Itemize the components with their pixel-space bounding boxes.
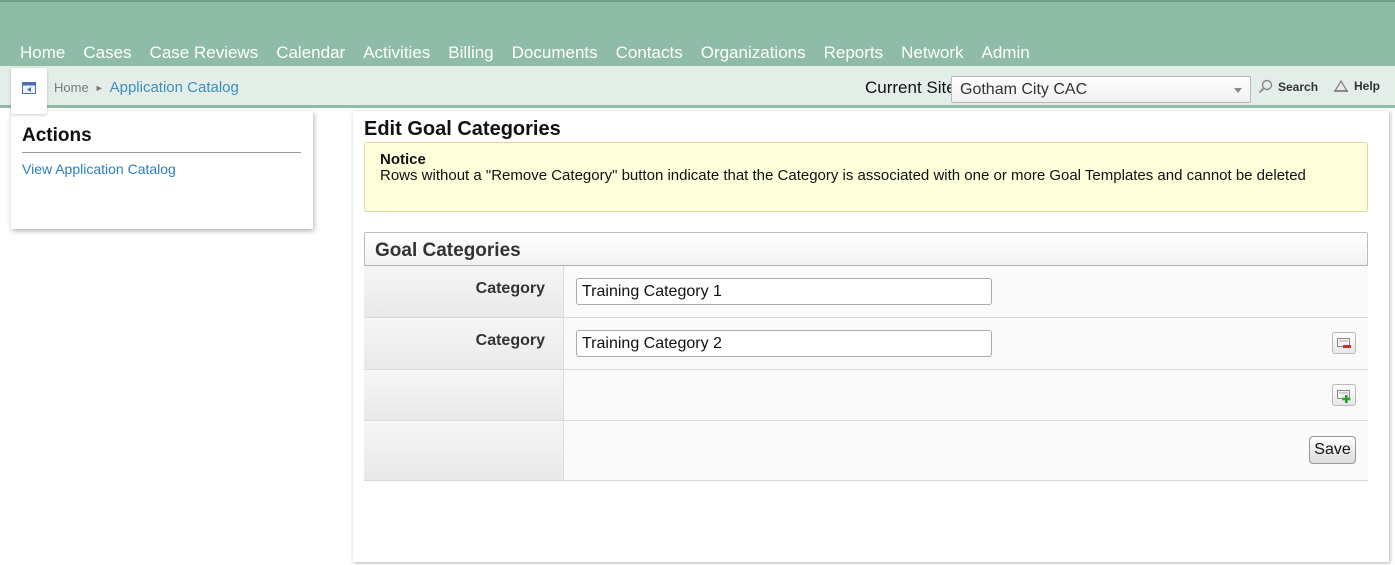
current-site-select[interactable]: Gotham City CAC [951, 76, 1251, 103]
view-application-catalog-link[interactable]: View Application Catalog [22, 161, 176, 177]
save-button[interactable]: Save [1309, 436, 1356, 464]
category-row: Category [364, 266, 1368, 318]
category-row: Category [364, 318, 1368, 370]
nav-item-case-reviews[interactable]: Case Reviews [141, 42, 268, 64]
add-category-row [364, 370, 1368, 421]
notice-title: Notice [380, 151, 426, 168]
nav-item-calendar[interactable]: Calendar [267, 42, 354, 64]
breadcrumb-separator-icon: ► [94, 82, 104, 93]
add-category-button[interactable] [1332, 384, 1356, 406]
breadcrumb-current[interactable]: Application Catalog [110, 79, 239, 96]
category-input-1[interactable] [576, 278, 992, 305]
main-nav: Home Cases Case Reviews Calendar Activit… [11, 42, 1039, 64]
panel-collapse-icon [22, 82, 36, 94]
nav-item-cases[interactable]: Cases [74, 42, 140, 64]
category-label: Category [475, 332, 545, 349]
actions-panel: Actions View Application Catalog [11, 111, 313, 229]
remove-row-icon [1337, 338, 1351, 348]
chevron-down-icon [1234, 88, 1242, 93]
help-button[interactable]: Help [1333, 79, 1380, 93]
search-button[interactable]: Search [1258, 79, 1318, 94]
breadcrumb: Home ► Application Catalog [54, 79, 239, 96]
page-title: Edit Goal Categories [364, 118, 561, 140]
goal-categories-header: Goal Categories [364, 232, 1368, 266]
remove-category-button[interactable] [1332, 332, 1356, 354]
top-nav-bar: Home Cases Case Reviews Calendar Activit… [0, 0, 1395, 66]
category-label-cell: Category [364, 318, 564, 369]
nav-item-admin[interactable]: Admin [973, 42, 1039, 64]
add-row-icon [1337, 390, 1351, 403]
section-title: Goal Categories [375, 240, 521, 261]
help-icon [1333, 79, 1349, 92]
nav-item-documents[interactable]: Documents [503, 42, 607, 64]
notice-text: Rows without a "Remove Category" button … [380, 167, 1306, 184]
empty-label-cell [364, 421, 564, 480]
main-content: Edit Goal Categories Notice Rows without… [353, 111, 1389, 562]
save-row: Save [364, 421, 1368, 481]
category-label-cell: Category [364, 266, 564, 317]
sub-toolbar: Home ► Application Catalog Current Site … [0, 66, 1395, 108]
nav-item-organizations[interactable]: Organizations [692, 42, 815, 64]
search-icon [1258, 79, 1273, 94]
nav-item-contacts[interactable]: Contacts [607, 42, 692, 64]
category-label: Category [475, 280, 545, 297]
actions-divider [22, 152, 301, 153]
empty-label-cell [364, 370, 564, 420]
nav-item-billing[interactable]: Billing [439, 42, 502, 64]
nav-item-activities[interactable]: Activities [354, 42, 439, 64]
nav-item-home[interactable]: Home [11, 42, 74, 64]
breadcrumb-home[interactable]: Home [54, 80, 89, 95]
category-input-2[interactable] [576, 330, 992, 357]
help-button-label: Help [1354, 79, 1381, 93]
panel-collapse-button[interactable] [11, 68, 47, 114]
nav-item-network[interactable]: Network [892, 42, 972, 64]
current-site-value: Gotham City CAC [960, 81, 1088, 98]
actions-title: Actions [22, 125, 92, 146]
nav-item-reports[interactable]: Reports [815, 42, 893, 64]
search-button-label: Search [1278, 79, 1319, 94]
notice-box: Notice Rows without a "Remove Category" … [364, 142, 1368, 212]
current-site-label: Current Site [865, 78, 956, 97]
